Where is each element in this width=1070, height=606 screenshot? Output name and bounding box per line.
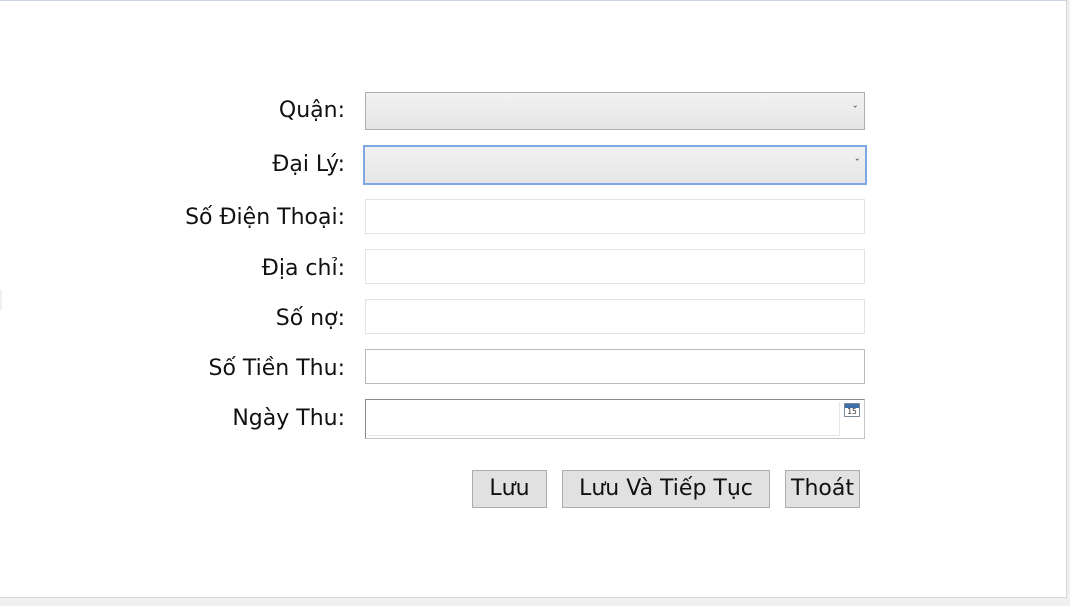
so-dien-thoai-input[interactable] <box>365 199 865 234</box>
quan-dropdown[interactable]: ˇ <box>365 92 865 130</box>
chevron-down-icon: ˇ <box>854 157 861 170</box>
window-edge-notch <box>0 290 2 310</box>
chevron-down-icon: ˇ <box>852 104 859 117</box>
save-button[interactable]: Lưu <box>472 470 547 508</box>
ngay-thu-text-area[interactable] <box>368 402 840 436</box>
quan-label: Quận: <box>278 98 345 123</box>
so-dien-thoai-label: Số Điện Thoại: <box>185 205 345 230</box>
exit-button[interactable]: Thoát <box>785 470 860 508</box>
ngay-thu-label: Ngày Thu: <box>232 406 345 431</box>
dia-chi-label: Địa chỉ: <box>261 256 345 281</box>
so-no-input[interactable] <box>365 299 865 334</box>
so-tien-thu-input[interactable] <box>365 349 865 384</box>
dai-ly-label: Đại Lý: <box>272 152 345 177</box>
form-window: Quận: ˇ Đại Lý: ˇ Số Điện Thoại: Địa chỉ… <box>0 0 1067 598</box>
ngay-thu-date-picker[interactable]: 15 <box>365 399 865 439</box>
save-and-continue-button[interactable]: Lưu Và Tiếp Tục <box>562 470 770 508</box>
so-no-label: Số nợ: <box>275 306 345 331</box>
dai-ly-dropdown[interactable]: ˇ <box>363 145 867 185</box>
calendar-icon[interactable]: 15 <box>844 403 860 417</box>
dia-chi-input[interactable] <box>365 249 865 284</box>
so-tien-thu-label: Số Tiền Thu: <box>208 356 345 381</box>
calendar-icon-day: 15 <box>847 407 857 416</box>
